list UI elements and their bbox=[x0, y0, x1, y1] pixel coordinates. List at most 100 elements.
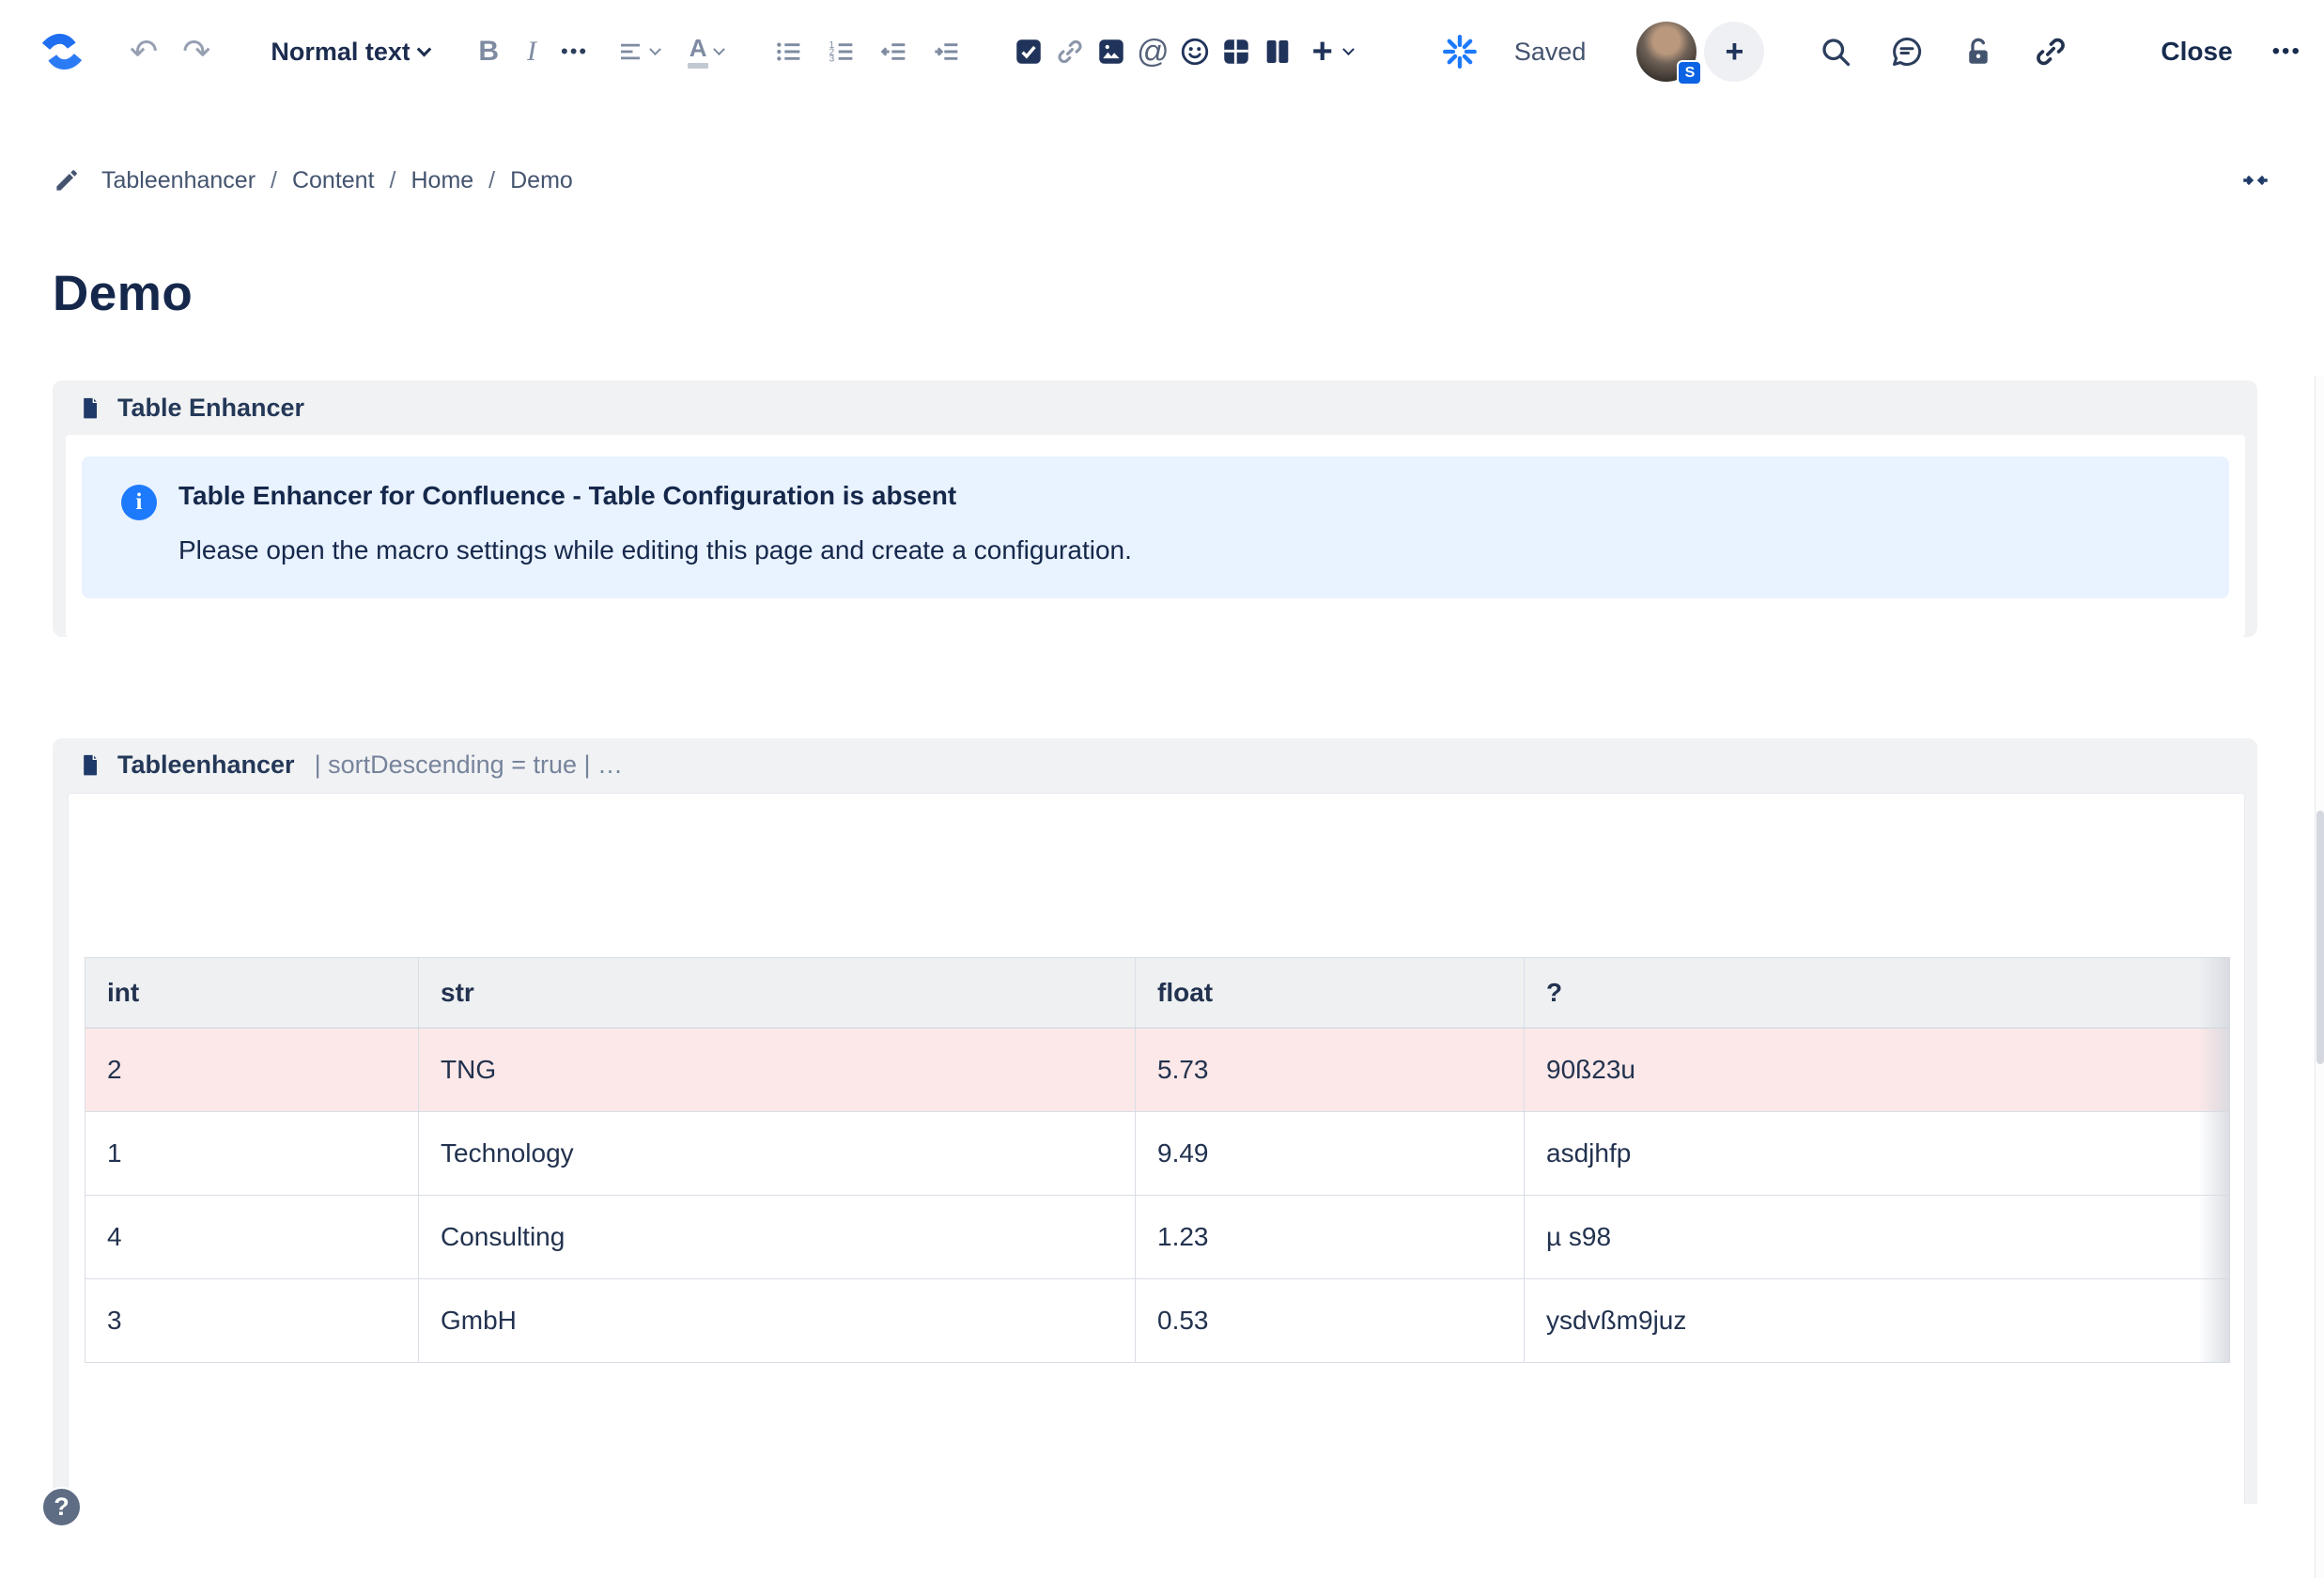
macro-header[interactable]: Tableenhancer | sortDescending = true | … bbox=[53, 738, 2257, 793]
indent-icon bbox=[932, 37, 962, 67]
insert-link-button[interactable] bbox=[1054, 36, 1086, 68]
link-icon bbox=[1054, 36, 1086, 68]
unlock-icon bbox=[1961, 35, 1995, 69]
layouts-button[interactable] bbox=[1262, 36, 1294, 68]
more-formatting-button[interactable]: ••• bbox=[561, 39, 588, 64]
table-row: 1 Technology 9.49 asdjhfp bbox=[85, 1111, 2230, 1195]
cell: asdjhfp bbox=[1525, 1111, 2230, 1195]
emoji-button[interactable] bbox=[1179, 36, 1211, 68]
bold-button[interactable]: B bbox=[478, 36, 499, 68]
macro-body: i Table Enhancer for Confluence - Table … bbox=[66, 435, 2245, 637]
breadcrumb-item-demo[interactable]: Demo bbox=[510, 167, 573, 194]
comments-button[interactable] bbox=[1890, 35, 1924, 69]
breadcrumb-separator: / bbox=[390, 167, 396, 194]
breadcrumb-item-space[interactable]: Tableenhancer bbox=[101, 167, 256, 194]
breadcrumb: Tableenhancer / Content / Home / Demo bbox=[0, 158, 2324, 203]
italic-button[interactable]: I bbox=[527, 36, 536, 68]
insert-more-button[interactable]: + bbox=[1312, 32, 1333, 72]
cell: 3 bbox=[85, 1278, 419, 1362]
table-row: 3 GmbH 0.53 ysdvßm9juz bbox=[85, 1278, 2230, 1362]
collapse-width-button[interactable] bbox=[2239, 164, 2271, 196]
info-title: Table Enhancer for Confluence - Table Co… bbox=[178, 479, 1132, 513]
cell: GmbH bbox=[419, 1278, 1136, 1362]
document-icon bbox=[78, 395, 103, 421]
chevron-down-icon bbox=[713, 43, 725, 55]
avatar-app-badge: S bbox=[1677, 60, 1702, 85]
svg-text:3: 3 bbox=[829, 54, 835, 65]
breadcrumb-separator: / bbox=[488, 167, 495, 194]
user-avatar[interactable]: S bbox=[1636, 22, 1697, 82]
undo-button[interactable]: ↶ bbox=[130, 35, 158, 69]
macro-header[interactable]: Table Enhancer bbox=[53, 380, 2257, 435]
column-header-int: int bbox=[85, 957, 419, 1028]
page-scrollbar-track bbox=[2315, 376, 2324, 1578]
bullet-list-icon bbox=[774, 37, 804, 67]
cell: TNG bbox=[419, 1028, 1136, 1111]
collapse-width-icon bbox=[2239, 164, 2271, 196]
macro-body: int str float ? 2 TNG 5.73 90ß23u 1 bbox=[68, 793, 2245, 1504]
copy-link-button[interactable] bbox=[2033, 34, 2068, 70]
macro-name: Table Enhancer bbox=[117, 394, 304, 423]
table-header-row: int str float ? bbox=[85, 957, 2230, 1028]
outdent-button[interactable] bbox=[879, 37, 909, 67]
macro-table-enhancer[interactable]: Table Enhancer i Table Enhancer for Conf… bbox=[53, 380, 2257, 637]
cell: 90ß23u bbox=[1525, 1028, 2230, 1111]
chevron-down-icon bbox=[649, 43, 661, 55]
chevron-down-icon bbox=[1342, 43, 1355, 55]
restrictions-button[interactable] bbox=[1961, 35, 1995, 69]
page-title[interactable]: Demo bbox=[53, 265, 2324, 322]
insert-table-button[interactable] bbox=[1220, 36, 1252, 68]
share-link-icon bbox=[2033, 34, 2068, 70]
task-checkbox-icon bbox=[1013, 36, 1045, 68]
indent-button[interactable] bbox=[932, 37, 962, 67]
info-message: i Table Enhancer for Confluence - Table … bbox=[82, 456, 2229, 598]
info-icon: i bbox=[121, 485, 157, 520]
insert-image-button[interactable] bbox=[1095, 36, 1127, 68]
cell: 9.49 bbox=[1136, 1111, 1525, 1195]
breadcrumb-item-home[interactable]: Home bbox=[411, 167, 473, 194]
align-left-icon bbox=[616, 38, 644, 66]
mention-button[interactable]: @ bbox=[1137, 34, 1170, 70]
table-row: 4 Consulting 1.23 µ s98 bbox=[85, 1195, 2230, 1278]
image-icon bbox=[1095, 36, 1127, 68]
confluence-logo-icon bbox=[38, 29, 86, 74]
edit-pencil-icon bbox=[53, 166, 81, 194]
text-color-dropdown[interactable]: A bbox=[688, 36, 723, 69]
cell: 2 bbox=[85, 1028, 419, 1111]
column-header-str: str bbox=[419, 957, 1136, 1028]
macro-tableenhancer[interactable]: Tableenhancer | sortDescending = true | … bbox=[53, 738, 2257, 1504]
column-header-misc: ? bbox=[1525, 957, 2230, 1028]
save-status-text: Saved bbox=[1514, 38, 1587, 67]
cell: 1 bbox=[85, 1111, 419, 1195]
numbered-list-icon: 1 2 3 bbox=[827, 37, 857, 67]
redo-button[interactable]: ↷ bbox=[182, 35, 210, 69]
numbered-list-button[interactable]: 1 2 3 bbox=[827, 37, 857, 67]
saving-spinner-icon bbox=[1441, 33, 1479, 70]
column-header-float: float bbox=[1136, 957, 1525, 1028]
alignment-dropdown[interactable] bbox=[616, 38, 659, 66]
outdent-icon bbox=[879, 37, 909, 67]
text-style-label: Normal text bbox=[271, 38, 410, 67]
action-item-button[interactable] bbox=[1013, 36, 1045, 68]
search-icon bbox=[1819, 35, 1852, 69]
cell: 5.73 bbox=[1136, 1028, 1525, 1111]
table-preview[interactable]: int str float ? 2 TNG 5.73 90ß23u 1 bbox=[85, 957, 2230, 1363]
search-button[interactable] bbox=[1819, 35, 1852, 69]
cell: 0.53 bbox=[1136, 1278, 1525, 1362]
bullet-list-button[interactable] bbox=[774, 37, 804, 67]
editor-toolbar: ↶ ↷ Normal text B I ••• A bbox=[0, 0, 2324, 103]
breadcrumb-item-content[interactable]: Content bbox=[292, 167, 375, 194]
emoji-icon bbox=[1179, 36, 1211, 68]
text-style-dropdown[interactable]: Normal text bbox=[271, 38, 429, 67]
columns-layout-icon bbox=[1262, 36, 1294, 68]
table-row: 2 TNG 5.73 90ß23u bbox=[85, 1028, 2230, 1111]
info-body: Please open the macro settings while edi… bbox=[178, 534, 1132, 567]
more-menu-button[interactable]: ••• bbox=[2272, 39, 2301, 65]
macro-name: Tableenhancer bbox=[117, 750, 295, 780]
invite-button[interactable]: + bbox=[1704, 22, 1764, 82]
text-color-icon: A bbox=[688, 36, 708, 69]
breadcrumb-separator: / bbox=[271, 167, 277, 194]
close-button[interactable]: Close bbox=[2161, 37, 2232, 67]
page-scrollbar-thumb[interactable] bbox=[2316, 811, 2324, 1064]
help-button[interactable]: ? bbox=[41, 1487, 82, 1527]
